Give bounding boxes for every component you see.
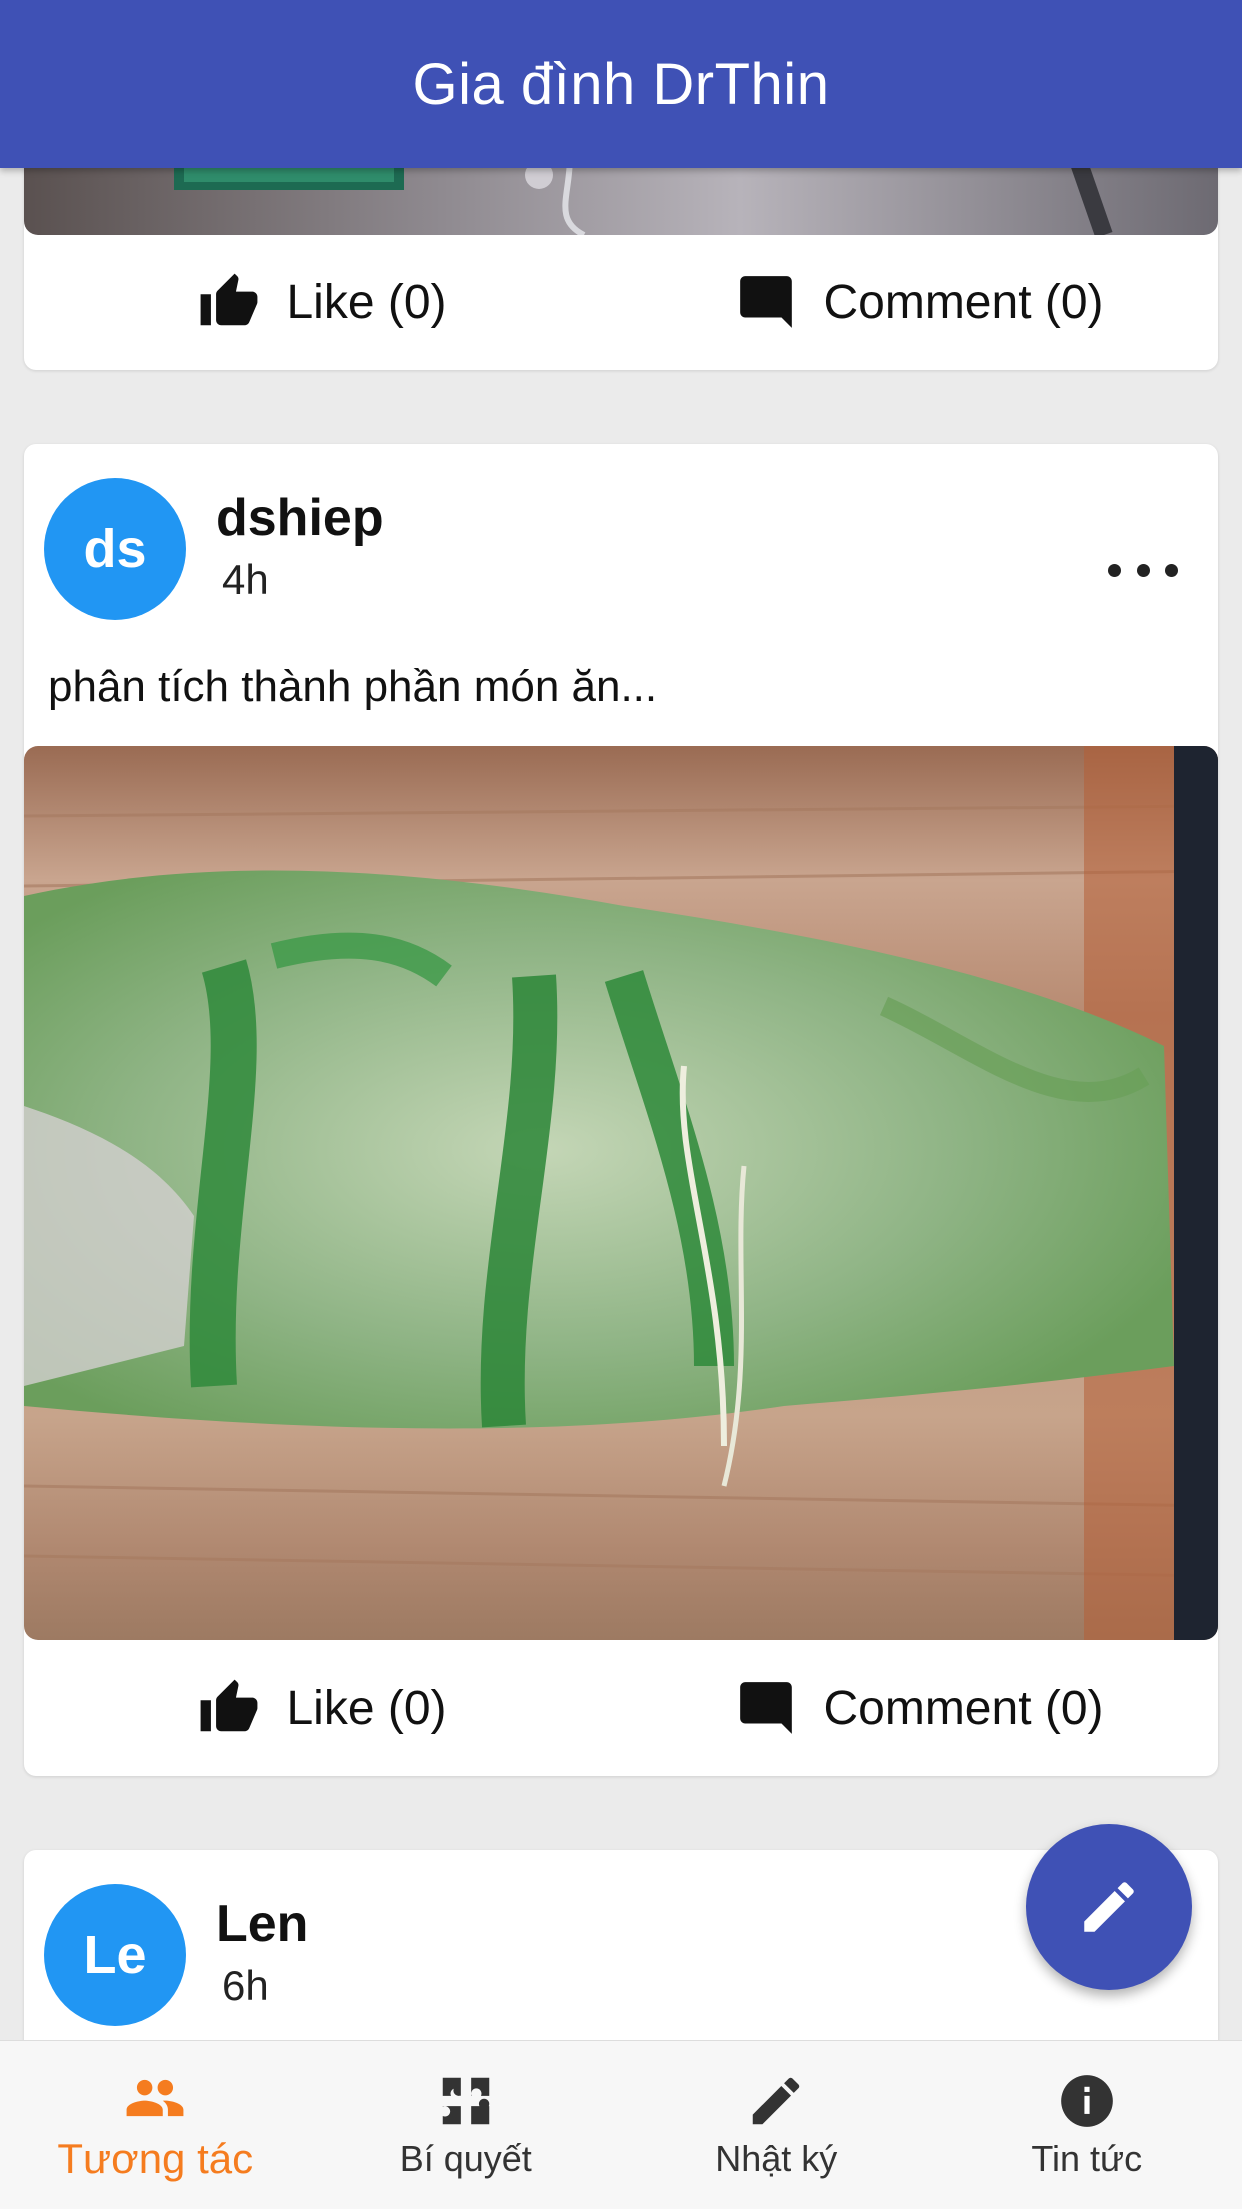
like-button[interactable]: Like (0): [24, 271, 621, 333]
pencil-icon: [1076, 1874, 1142, 1940]
post-actions: Like (0) Comment (0): [24, 1640, 1218, 1776]
thumb-up-icon: [198, 1677, 260, 1739]
post-card: ds dshiep 4h phân tích thành phần món ăn…: [24, 444, 1218, 1776]
comment-label: Comment (0): [823, 275, 1103, 330]
tab-bi-quyet[interactable]: Bí quyết: [311, 2041, 622, 2209]
like-button[interactable]: Like (0): [24, 1677, 621, 1739]
comment-icon: [735, 271, 797, 333]
tab-label: Tương tác: [57, 2135, 253, 2183]
tab-label: Nhật ký: [715, 2138, 837, 2180]
post-actions: Like (0) Comment (0): [24, 234, 1218, 370]
post-time: 6h: [222, 1962, 269, 2010]
food-photo-icon: [24, 746, 1218, 1640]
avatar[interactable]: Le: [44, 1884, 186, 2026]
thumb-up-icon: [198, 271, 260, 333]
puzzle-icon: [435, 2070, 497, 2132]
tab-nhat-ky[interactable]: Nhật ký: [621, 2041, 932, 2209]
app-title: Gia đình DrThin: [413, 51, 830, 118]
tab-label: Tin tức: [1031, 2138, 1142, 2180]
post-image[interactable]: [24, 746, 1218, 1640]
tab-tin-tuc[interactable]: Tin tức: [932, 2041, 1242, 2209]
tab-label: Bí quyết: [400, 2138, 532, 2180]
people-icon: [124, 2067, 186, 2129]
author-name[interactable]: dshiep: [216, 488, 384, 548]
bottom-navigation: Tương tác Bí quyết Nhật ký Tin tức: [0, 2040, 1242, 2209]
avatar[interactable]: ds: [44, 478, 186, 620]
comment-button[interactable]: Comment (0): [621, 271, 1218, 333]
app-bar: Gia đình DrThin: [0, 0, 1242, 168]
comment-icon: [735, 1677, 797, 1739]
post-text: phân tích thành phần món ăn...: [48, 662, 657, 712]
comment-button[interactable]: Comment (0): [621, 1677, 1218, 1739]
more-options-icon[interactable]: [1108, 550, 1178, 590]
compose-button[interactable]: [1026, 1824, 1192, 1990]
tab-tuong-tac[interactable]: Tương tác: [0, 2041, 311, 2209]
author-name[interactable]: Len: [216, 1894, 308, 1954]
like-label: Like (0): [286, 275, 446, 330]
info-icon: [1056, 2070, 1118, 2132]
like-label: Like (0): [286, 1681, 446, 1736]
pencil-icon: [745, 2070, 807, 2132]
post-time: 4h: [222, 556, 269, 604]
comment-label: Comment (0): [823, 1681, 1103, 1736]
